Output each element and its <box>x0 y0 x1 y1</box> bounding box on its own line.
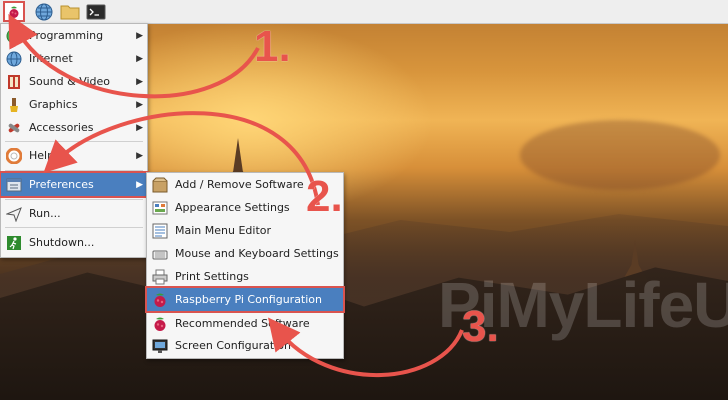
menu-item-label: Graphics <box>29 98 78 111</box>
submenu-item-mouse-keyboard[interactable]: Mouse and Keyboard Settings <box>147 242 343 265</box>
step-3-label: 3. <box>462 302 499 351</box>
submenu-item-raspberry-pi-configuration[interactable]: Raspberry Pi Configuration <box>145 286 345 313</box>
help-icon <box>5 147 23 165</box>
submenu-item-label: Recommended Software <box>175 317 310 330</box>
menu-item-run[interactable]: Run... <box>1 202 147 225</box>
programming-icon <box>5 27 23 45</box>
internet-icon <box>5 50 23 68</box>
file-manager-icon <box>60 5 80 19</box>
mouse-keyboard-icon <box>151 245 169 263</box>
submenu-item-recommended-software[interactable]: Recommended Software <box>147 312 343 335</box>
menu-item-shutdown[interactable]: Shutdown... <box>1 231 147 254</box>
submenu-item-screen-configuration[interactable]: Screen Configuration <box>147 334 343 357</box>
submenu-item-label: Print Settings <box>175 270 249 283</box>
chevron-right-icon: ▶ <box>136 179 143 190</box>
run-icon <box>5 205 23 223</box>
menu-item-graphics[interactable]: Graphics ▶ <box>1 93 147 116</box>
raspberry-pi-icon <box>151 291 169 309</box>
menu-separator <box>5 199 143 200</box>
taskbar <box>0 0 728 24</box>
terminal-icon <box>86 4 106 19</box>
wallpaper-cloud <box>520 120 720 190</box>
submenu-item-label: Screen Configuration <box>175 339 291 352</box>
add-remove-software-icon <box>151 176 169 194</box>
menu-separator <box>5 141 143 142</box>
menu-item-help[interactable]: Help ▶ <box>1 144 147 167</box>
main-menu-editor-icon <box>151 222 169 240</box>
menu-item-internet[interactable]: Internet ▶ <box>1 47 147 70</box>
menu-item-label: Preferences <box>29 178 94 191</box>
chevron-right-icon: ▶ <box>136 76 143 87</box>
web-browser-button[interactable] <box>34 2 54 21</box>
chevron-right-icon: ▶ <box>136 99 143 110</box>
shutdown-icon <box>5 234 23 252</box>
submenu-item-label: Mouse and Keyboard Settings <box>175 247 339 260</box>
menu-item-label: Internet <box>29 52 73 65</box>
raspberry-menu-button[interactable] <box>3 1 25 22</box>
submenu-item-main-menu-editor[interactable]: Main Menu Editor <box>147 219 343 242</box>
submenu-item-label: Add / Remove Software <box>175 178 304 191</box>
menu-item-label: Programming <box>29 29 104 42</box>
monitor-icon <box>151 337 169 355</box>
chevron-right-icon: ▶ <box>136 30 143 41</box>
menu-item-label: Shutdown... <box>29 236 95 249</box>
preferences-icon <box>5 176 23 194</box>
menu-item-label: Accessories <box>29 121 94 134</box>
menu-item-label: Help <box>29 149 55 162</box>
file-manager-button[interactable] <box>60 2 80 21</box>
printer-icon <box>151 268 169 286</box>
main-menu: Programming ▶ Internet ▶ Sound & Video ▶… <box>0 23 149 258</box>
graphics-icon <box>5 96 23 114</box>
sound-video-icon <box>5 73 23 91</box>
menu-item-accessories[interactable]: Accessories ▶ <box>1 116 147 139</box>
chevron-right-icon: ▶ <box>136 150 143 161</box>
step-1-label: 1. <box>254 22 291 71</box>
terminal-button[interactable] <box>86 2 106 21</box>
submenu-item-print-settings[interactable]: Print Settings <box>147 265 343 288</box>
web-browser-icon <box>35 3 53 20</box>
menu-separator <box>5 227 143 228</box>
step-2-label: 2. <box>306 172 343 221</box>
submenu-item-label: Raspberry Pi Configuration <box>175 293 323 306</box>
chevron-right-icon: ▶ <box>136 53 143 64</box>
raspberry-menu-icon <box>9 6 19 18</box>
menu-item-programming[interactable]: Programming ▶ <box>1 24 147 47</box>
menu-item-label: Sound & Video <box>29 75 111 88</box>
accessories-icon <box>5 119 23 137</box>
menu-item-label: Run... <box>29 207 61 220</box>
chevron-right-icon: ▶ <box>136 122 143 133</box>
menu-item-sound-video[interactable]: Sound & Video ▶ <box>1 70 147 93</box>
menu-item-preferences[interactable]: Preferences ▶ <box>0 171 149 198</box>
appearance-settings-icon <box>151 199 169 217</box>
submenu-item-label: Main Menu Editor <box>175 224 272 237</box>
menu-separator <box>5 170 143 171</box>
submenu-item-label: Appearance Settings <box>175 201 290 214</box>
raspberry-pi-icon <box>151 315 169 333</box>
